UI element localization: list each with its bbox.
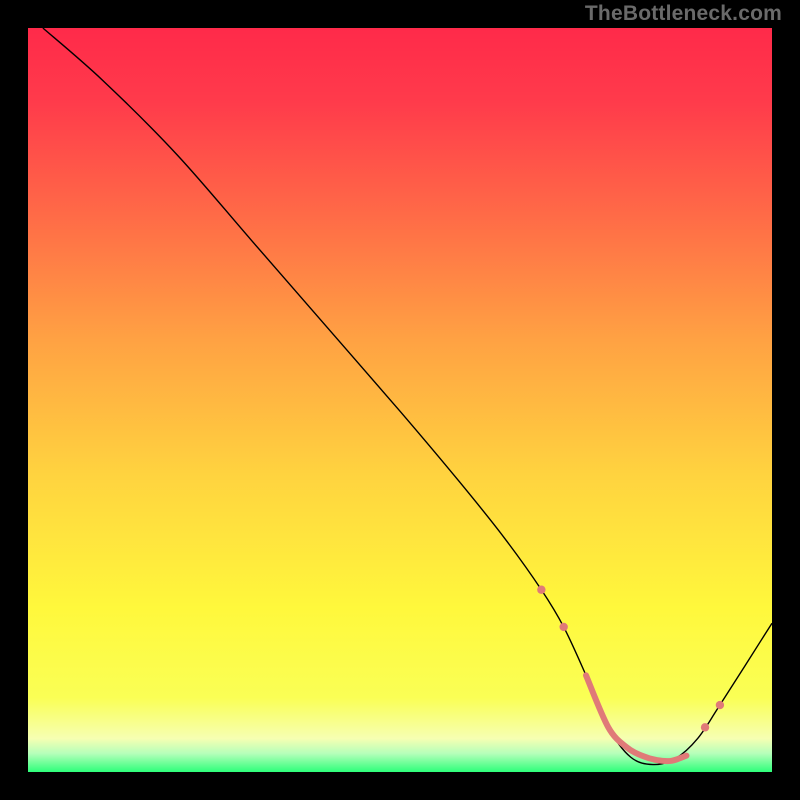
watermark-text: TheBottleneck.com bbox=[585, 2, 782, 26]
highlight-dot bbox=[701, 723, 709, 731]
highlight-dot bbox=[559, 623, 567, 631]
chart-canvas bbox=[0, 0, 800, 800]
chart-svg bbox=[0, 0, 800, 800]
highlight-dot bbox=[716, 701, 724, 709]
plot-background bbox=[28, 28, 772, 772]
highlight-dot bbox=[537, 586, 545, 594]
